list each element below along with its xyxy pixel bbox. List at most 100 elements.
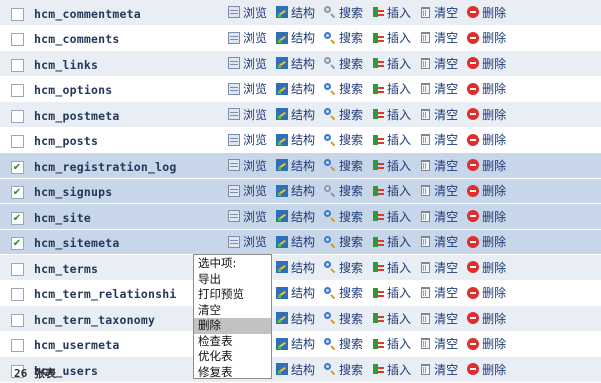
table-row[interactable]: ✔ hcm_sitemeta 浏览 结构 搜索 插入 清空 删除: [0, 229, 601, 255]
search-action[interactable]: 搜索: [324, 182, 363, 199]
empty-action[interactable]: 清空: [420, 4, 458, 21]
row-checkbox[interactable]: ✔: [10, 160, 24, 174]
insert-action[interactable]: 插入: [372, 55, 411, 72]
table-row[interactable]: hcm_links 浏览 结构 搜索 插入 清空 删除: [0, 50, 601, 77]
table-row[interactable]: hcm_posts 浏览 结构 搜索 插入 清空 删除: [0, 127, 601, 153]
structure-action[interactable]: 结构: [276, 335, 315, 352]
insert-action[interactable]: 插入: [372, 208, 411, 225]
drop-action[interactable]: 删除: [467, 182, 506, 199]
structure-action[interactable]: 结构: [276, 157, 315, 174]
browse-action[interactable]: 浏览: [228, 208, 267, 225]
search-action[interactable]: 搜索: [324, 310, 363, 327]
context-menu-item[interactable]: 优化表: [194, 349, 271, 365]
insert-action[interactable]: 插入: [372, 335, 411, 352]
insert-action[interactable]: 插入: [372, 259, 411, 276]
context-menu-item[interactable]: 检查表: [194, 334, 271, 350]
table-name-link[interactable]: hcm_sitemeta: [34, 236, 119, 250]
drop-action[interactable]: 删除: [467, 310, 506, 327]
table-row[interactable]: hcm_terms浏览结构搜索插入清空删除: [0, 254, 601, 281]
search-action[interactable]: 搜索: [324, 106, 363, 123]
context-menu-item[interactable]: 清空: [194, 303, 271, 319]
insert-action[interactable]: 插入: [372, 233, 411, 250]
table-row[interactable]: hcm_postmeta 浏览 结构 搜索 插入 清空 删除: [0, 101, 601, 128]
drop-action[interactable]: 删除: [467, 157, 506, 174]
search-action[interactable]: 搜索: [324, 131, 363, 148]
table-row[interactable]: ✔ hcm_registration_log 浏览 结构 搜索 插入 清空 删除: [0, 152, 601, 179]
empty-action[interactable]: 清空: [420, 80, 458, 97]
drop-action[interactable]: 删除: [467, 80, 506, 97]
structure-action[interactable]: 结构: [276, 55, 315, 72]
structure-action[interactable]: 结构: [276, 182, 315, 199]
row-checkbox[interactable]: [10, 135, 24, 149]
context-menu-item[interactable]: 打印预览: [194, 287, 271, 303]
table-name-link[interactable]: hcm_commentmeta: [34, 7, 141, 21]
table-row[interactable]: hcm_users浏览结构搜索插入清空删除: [0, 356, 601, 383]
insert-action[interactable]: 插入: [372, 284, 411, 301]
row-checkbox[interactable]: [10, 84, 24, 98]
browse-action[interactable]: 浏览: [228, 80, 267, 97]
empty-action[interactable]: 清空: [420, 55, 458, 72]
browse-action[interactable]: 浏览: [228, 106, 267, 123]
browse-action[interactable]: 浏览: [228, 4, 267, 21]
browse-action[interactable]: 浏览: [228, 157, 267, 174]
empty-action[interactable]: 清空: [420, 284, 458, 301]
structure-action[interactable]: 结构: [276, 284, 315, 301]
insert-action[interactable]: 插入: [372, 80, 411, 97]
structure-action[interactable]: 结构: [276, 4, 315, 21]
browse-action[interactable]: 浏览: [228, 131, 267, 148]
row-checkbox[interactable]: [10, 313, 24, 327]
table-row[interactable]: hcm_options 浏览 结构 搜索 插入 清空 删除: [0, 76, 601, 102]
context-menu-item[interactable]: 删除: [194, 318, 271, 334]
structure-action[interactable]: 结构: [276, 29, 315, 46]
search-action[interactable]: 搜索: [324, 208, 363, 225]
row-checkbox[interactable]: [10, 262, 24, 276]
empty-action[interactable]: 清空: [420, 29, 458, 46]
insert-action[interactable]: 插入: [372, 4, 411, 21]
empty-action[interactable]: 清空: [420, 208, 458, 225]
row-checkbox[interactable]: [10, 339, 24, 353]
drop-action[interactable]: 删除: [467, 29, 506, 46]
search-action[interactable]: 搜索: [324, 157, 363, 174]
table-name-link[interactable]: hcm_posts: [34, 134, 98, 148]
structure-action[interactable]: 结构: [276, 80, 315, 97]
table-name-link[interactable]: hcm_signups: [34, 185, 112, 199]
table-name-link[interactable]: hcm_usermeta: [34, 338, 119, 352]
table-name-link[interactable]: hcm_comments: [34, 32, 119, 46]
search-action[interactable]: 搜索: [324, 361, 363, 378]
row-checkbox[interactable]: [10, 33, 24, 47]
insert-action[interactable]: 插入: [372, 131, 411, 148]
empty-action[interactable]: 清空: [420, 259, 458, 276]
search-action[interactable]: 搜索: [324, 233, 363, 250]
row-checkbox[interactable]: ✔: [10, 186, 24, 200]
empty-action[interactable]: 清空: [420, 131, 458, 148]
drop-action[interactable]: 删除: [467, 335, 506, 352]
insert-action[interactable]: 插入: [372, 310, 411, 327]
structure-action[interactable]: 结构: [276, 361, 315, 378]
drop-action[interactable]: 删除: [467, 284, 506, 301]
table-name-link[interactable]: hcm_registration_log: [34, 160, 176, 174]
row-checkbox[interactable]: [10, 288, 24, 302]
drop-action[interactable]: 删除: [467, 259, 506, 276]
structure-action[interactable]: 结构: [276, 233, 315, 250]
row-checkbox[interactable]: [10, 109, 24, 123]
empty-action[interactable]: 清空: [420, 157, 458, 174]
drop-action[interactable]: 删除: [467, 106, 506, 123]
empty-action[interactable]: 清空: [420, 361, 458, 378]
structure-action[interactable]: 结构: [276, 131, 315, 148]
search-action[interactable]: 搜索: [324, 284, 363, 301]
structure-action[interactable]: 结构: [276, 310, 315, 327]
drop-action[interactable]: 删除: [467, 131, 506, 148]
row-checkbox[interactable]: ✔: [10, 211, 24, 225]
browse-action[interactable]: 浏览: [228, 29, 267, 46]
empty-action[interactable]: 清空: [420, 310, 458, 327]
drop-action[interactable]: 删除: [467, 208, 506, 225]
insert-action[interactable]: 插入: [372, 29, 411, 46]
table-row[interactable]: hcm_commentmeta 浏览 结构 搜索 插入 清空 删除: [0, 0, 601, 26]
empty-action[interactable]: 清空: [420, 233, 458, 250]
drop-action[interactable]: 删除: [467, 361, 506, 378]
search-action[interactable]: 搜索: [324, 335, 363, 352]
structure-action[interactable]: 结构: [276, 259, 315, 276]
drop-action[interactable]: 删除: [467, 55, 506, 72]
table-name-link[interactable]: hcm_term_relationshi: [34, 287, 176, 301]
search-action[interactable]: 搜索: [324, 55, 363, 72]
